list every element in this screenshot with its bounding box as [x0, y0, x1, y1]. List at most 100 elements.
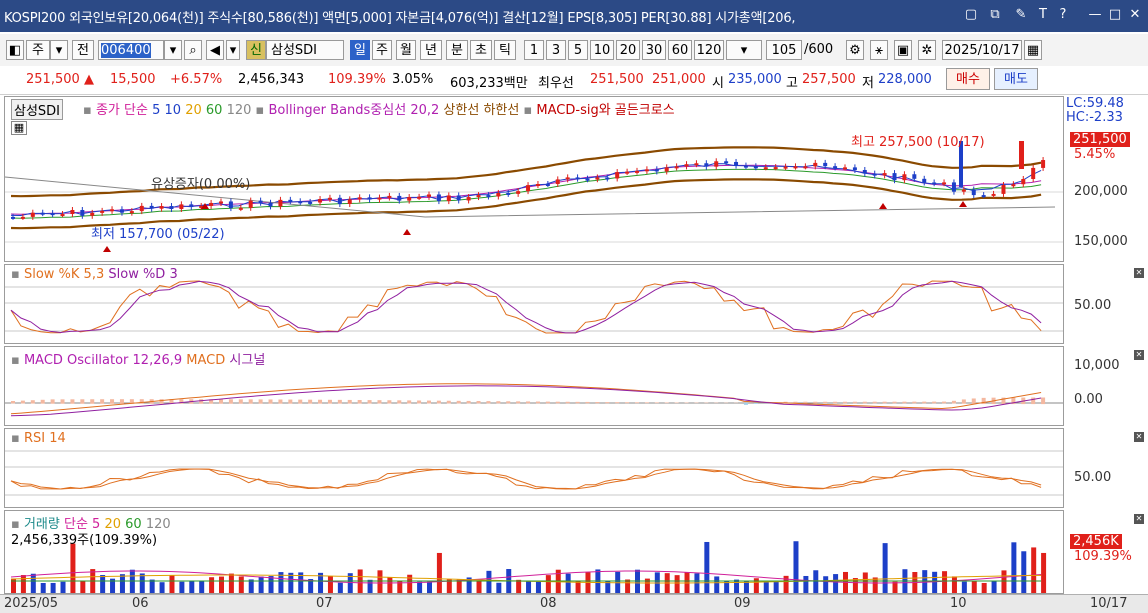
date-input[interactable]: 2025/10/17	[942, 40, 1022, 60]
count-input[interactable]: 105	[766, 40, 802, 60]
candle-body	[813, 163, 817, 166]
interval-3-button[interactable]: 3	[546, 40, 566, 60]
histogram-bar	[70, 399, 74, 403]
interval-60-button[interactable]: 60	[668, 40, 692, 60]
price-chart-pane[interactable]: 삼성SDI ▪ 종가 단순 5 10 20 60 120 ▪ Bollinger…	[4, 96, 1064, 262]
restore-icon[interactable]: ▢	[962, 6, 980, 24]
volume-bar	[625, 580, 630, 593]
legend-item: MACD-sig와 골든크로스	[536, 103, 674, 118]
market-dropdown-icon[interactable]: ▾	[50, 40, 68, 60]
close-pane-icon[interactable]: ✕	[1134, 432, 1144, 442]
stock-tab-label[interactable]: 삼성SDI	[11, 99, 63, 120]
period-tick-tab[interactable]: 틱	[494, 40, 516, 60]
histogram-bar	[813, 402, 817, 403]
histogram-bar	[803, 402, 807, 403]
histogram-bar	[80, 399, 84, 403]
volume-pane[interactable]: ▪ 거래량 단순 5 20 60 120 2,456,339주(109.39%)	[4, 510, 1064, 594]
histogram-bar	[140, 399, 144, 404]
volume-bar	[486, 571, 491, 593]
histogram-bar	[883, 402, 887, 404]
volume-bar	[140, 573, 145, 593]
candle-body	[734, 162, 738, 166]
volume-bar	[70, 544, 75, 593]
candle-body	[1021, 179, 1025, 184]
rsi-pane[interactable]: ▪ RSI 14	[4, 428, 1064, 508]
edit-icon[interactable]: ✎	[1012, 6, 1030, 24]
interval-20-button[interactable]: 20	[616, 40, 640, 60]
stochastic-pane[interactable]: ▪ Slow %K 5,3 Slow %D 3	[4, 264, 1064, 344]
market-select[interactable]: 주	[26, 40, 50, 60]
buy-button[interactable]: 매수	[946, 68, 990, 90]
histogram-bar	[873, 402, 877, 404]
candle-body	[1001, 185, 1005, 194]
title-text: KOSPI200 외국인보유[20,064(천)] 주식수[80,586(천)]…	[4, 7, 795, 26]
volume-bar	[21, 575, 26, 593]
indicator-icon[interactable]: ⚙	[846, 40, 864, 60]
period-year-tab[interactable]: 년	[420, 40, 442, 60]
histogram-bar	[318, 400, 322, 404]
font-icon[interactable]: T	[1034, 6, 1052, 24]
interval-5-button[interactable]: 5	[568, 40, 588, 60]
prev-button[interactable]: 전	[72, 40, 94, 60]
calendar-icon[interactable]: ▦	[1024, 40, 1042, 60]
histogram-bar	[90, 399, 94, 404]
layout-icon[interactable]: ◧	[6, 40, 24, 60]
candle-body	[229, 201, 233, 208]
slow-k-label: Slow %K 5,3	[24, 267, 104, 282]
macd-pane[interactable]: ▪ MACD Oscillator 12,26,9 MACD 시그널	[4, 346, 1064, 426]
candle-body	[477, 195, 481, 197]
cross-arrow-icon	[103, 246, 111, 252]
speaker-dropdown-icon[interactable]: ▾	[226, 40, 240, 60]
candle-body	[863, 170, 867, 174]
speaker-icon[interactable]: ◀	[206, 40, 224, 60]
pin-icon[interactable]: ⧉	[986, 6, 1004, 24]
rsi-canvas[interactable]	[5, 429, 1063, 507]
candle-body	[249, 201, 253, 208]
volume-bar	[873, 577, 878, 593]
volume-bar	[169, 576, 174, 593]
volume-bar	[823, 576, 828, 593]
period-month-tab[interactable]: 월	[396, 40, 416, 60]
indicator-signal-line	[11, 281, 1041, 333]
help-icon[interactable]: ?	[1054, 6, 1072, 24]
interval-120-button[interactable]: 120	[694, 40, 724, 60]
volume-bar	[1001, 570, 1006, 593]
interval-30-button[interactable]: 30	[642, 40, 666, 60]
candle-body	[843, 167, 847, 169]
histogram-bar	[902, 402, 906, 404]
volume-bar	[417, 582, 422, 593]
histogram-bar	[219, 399, 223, 403]
interval-custom-select[interactable]: ▾	[726, 40, 762, 60]
period-minute-tab[interactable]: 분	[446, 40, 468, 60]
drawing-icon[interactable]: ⚹	[870, 40, 888, 60]
histogram-bar	[922, 402, 926, 404]
stock-name-field[interactable]: 삼성SDI	[266, 40, 344, 60]
volume-bar	[526, 581, 531, 593]
interval-10-button[interactable]: 10	[590, 40, 614, 60]
macd-ytick: 0.00	[1074, 392, 1103, 407]
period-day-tab[interactable]: 일	[350, 40, 370, 60]
histogram-bar	[585, 402, 589, 403]
period-week-tab[interactable]: 주	[372, 40, 392, 60]
settings-icon[interactable]: ✲	[918, 40, 936, 60]
grid-icon[interactable]: ▦	[11, 121, 27, 135]
maximize-icon[interactable]: □	[1106, 6, 1124, 24]
code-input[interactable]: 006400	[98, 40, 164, 60]
minimize-icon[interactable]: —	[1086, 6, 1104, 24]
interval-1-button[interactable]: 1	[524, 40, 544, 60]
search-icon[interactable]: ⌕	[184, 40, 202, 60]
save-icon[interactable]: ▣	[894, 40, 912, 60]
candle-body	[922, 179, 926, 183]
sell-button[interactable]: 매도	[994, 68, 1038, 90]
period-second-tab[interactable]: 초	[470, 40, 492, 60]
volume-bar	[150, 580, 155, 593]
close-pane-icon[interactable]: ✕	[1134, 514, 1144, 524]
close-pane-icon[interactable]: ✕	[1134, 268, 1144, 278]
histogram-bar	[506, 401, 510, 403]
close-icon[interactable]: ✕	[1126, 6, 1144, 24]
code-dropdown-icon[interactable]: ▾	[164, 40, 182, 60]
candle-body	[774, 167, 778, 169]
histogram-bar	[437, 401, 441, 404]
close-pane-icon[interactable]: ✕	[1134, 350, 1144, 360]
volume-bar	[51, 583, 56, 593]
